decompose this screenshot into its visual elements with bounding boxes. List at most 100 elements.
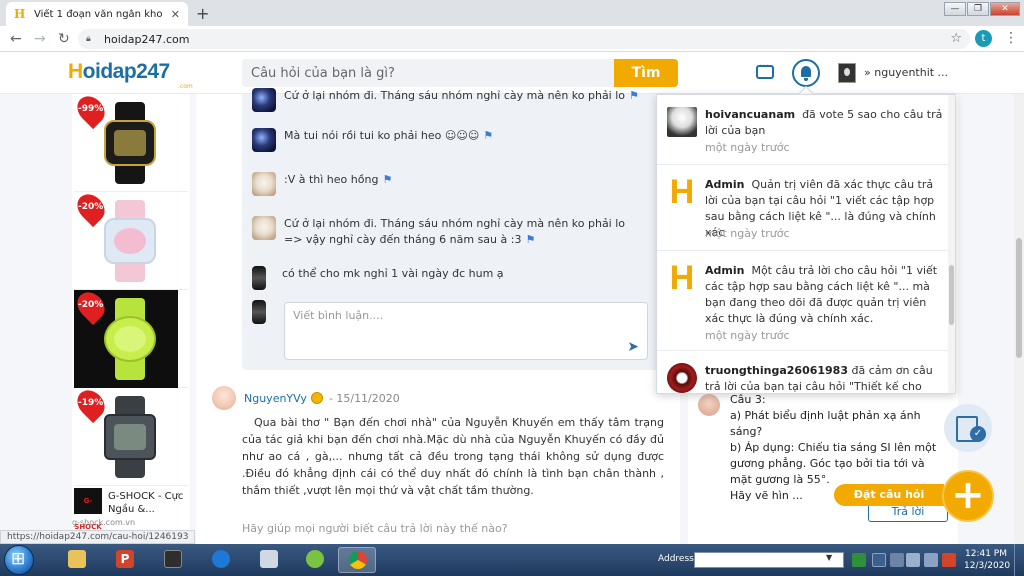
comment-input[interactable] bbox=[293, 309, 613, 322]
notification-button[interactable] bbox=[792, 59, 820, 87]
forward-arrow-icon[interactable]: → bbox=[34, 31, 46, 47]
kebab-menu-icon[interactable]: ⋮ bbox=[1004, 30, 1018, 46]
search-button[interactable]: Tìm bbox=[614, 59, 678, 87]
taskbar-explorer[interactable] bbox=[58, 547, 96, 573]
browser-tab[interactable]: H Viết 1 đoạn văn ngắn khoảng 3 ✕ bbox=[6, 2, 188, 26]
commenter-avatar[interactable] bbox=[252, 128, 276, 152]
discount-text: -99% bbox=[78, 104, 104, 114]
answerer-name[interactable]: NguyenYVy bbox=[244, 392, 307, 405]
commenter-avatar[interactable] bbox=[252, 172, 276, 196]
medal-icon bbox=[310, 392, 323, 404]
watch-image bbox=[100, 298, 160, 380]
taskbar-powerpoint[interactable]: P bbox=[106, 547, 144, 573]
ad-item[interactable]: -20% bbox=[71, 188, 188, 290]
flag-icon[interactable]: ⚑ bbox=[525, 233, 535, 246]
answerer-avatar[interactable] bbox=[212, 386, 236, 410]
username-menu[interactable]: » nguyenthit ... bbox=[864, 66, 948, 79]
comment-text: :V à thì heo hồng bbox=[284, 173, 379, 186]
taskbar-chrome[interactable] bbox=[338, 547, 376, 573]
star-icon[interactable]: ☆ bbox=[950, 31, 962, 46]
taskbar-teamviewer[interactable] bbox=[202, 547, 240, 573]
tab-close-icon[interactable]: ✕ bbox=[171, 8, 180, 21]
ask-question-button[interactable]: + bbox=[942, 470, 994, 522]
omnibox[interactable]: 🔒︎ hoidap247.com ☆ bbox=[78, 29, 970, 49]
start-button[interactable] bbox=[4, 545, 34, 575]
notifier-avatar bbox=[667, 107, 697, 137]
flag-icon[interactable]: ⚑ bbox=[629, 89, 639, 102]
volume-icon[interactable] bbox=[906, 553, 920, 567]
ad-domain: g-shock.com.vn bbox=[72, 518, 136, 527]
comment-box: ➤ bbox=[284, 302, 648, 360]
ad-item[interactable]: -99% bbox=[71, 90, 188, 192]
window-controls: — ❐ ✕ bbox=[944, 2, 1020, 16]
dropdown-scrollbar-thumb[interactable] bbox=[949, 265, 954, 325]
ask-question-label[interactable]: Đặt câu hỏi bbox=[834, 484, 944, 506]
watch-image bbox=[100, 102, 160, 184]
asker-avatar[interactable] bbox=[698, 394, 720, 416]
self-avatar bbox=[252, 300, 266, 324]
notification-time: một ngày trước bbox=[705, 329, 790, 342]
notification-item[interactable]: H Admin Quản trị viên đã xác thực câu tr… bbox=[657, 165, 949, 251]
folder-icon bbox=[68, 550, 86, 568]
flag-tray-icon[interactable] bbox=[924, 553, 938, 567]
notifier-name: Admin bbox=[705, 178, 745, 191]
network-icon[interactable] bbox=[890, 553, 904, 567]
notification-item[interactable]: H Admin Một câu trả lời cho câu hỏi "1 v… bbox=[657, 251, 949, 351]
flag-icon[interactable]: ⚑ bbox=[382, 173, 392, 186]
bell-icon bbox=[801, 66, 811, 81]
teamviewer-icon bbox=[212, 550, 230, 568]
antivirus-icon[interactable] bbox=[942, 553, 956, 567]
comment: Cứ ở lại nhóm đi. Tháng sáu nhóm nghỉ cà… bbox=[252, 88, 639, 112]
site-logo[interactable]: Hoidap247 bbox=[68, 60, 170, 84]
taskbar-address-input[interactable] bbox=[694, 552, 844, 568]
lock-icon: 🔒︎ bbox=[86, 34, 91, 44]
taskbar-media[interactable] bbox=[154, 547, 192, 573]
taskbar: P Address ▼ 12:41 PM 12/3/2020 bbox=[0, 544, 1024, 576]
chat-icon[interactable] bbox=[756, 61, 774, 79]
profile-avatar[interactable]: t bbox=[975, 30, 992, 47]
minimize-button[interactable]: — bbox=[944, 2, 966, 16]
logo-h: H bbox=[68, 60, 83, 83]
new-tab-button[interactable]: + bbox=[196, 4, 209, 23]
notification-item[interactable]: hoivancuanam đã vote 5 sao cho câu trả l… bbox=[657, 95, 949, 165]
taskbar-calculator[interactable] bbox=[250, 547, 288, 573]
taskbar-coccoc[interactable] bbox=[296, 547, 334, 573]
ad-title[interactable]: G-SHOCK - Cực Ngầu &... bbox=[108, 490, 188, 516]
clock[interactable]: 12:41 PM 12/3/2020 bbox=[964, 548, 1011, 572]
commenter-avatar[interactable] bbox=[252, 88, 276, 112]
status-link: https://hoidap247.com/cau-hoi/1246193 bbox=[0, 530, 196, 544]
ad-column: -99% -20% -20% -19% G-SHOCK G-SHOCK - Cự… bbox=[71, 90, 190, 531]
go-icon[interactable] bbox=[852, 553, 866, 567]
user-avatar[interactable] bbox=[838, 63, 856, 83]
close-window-button[interactable]: ✕ bbox=[990, 2, 1020, 16]
chevron-down-icon[interactable]: ▼ bbox=[826, 553, 832, 562]
page-scrollbar-thumb[interactable] bbox=[1016, 238, 1022, 358]
notification-time: một ngày trước bbox=[705, 227, 790, 240]
back-arrow-icon[interactable]: ← bbox=[10, 31, 22, 47]
watch-image bbox=[100, 200, 160, 282]
comment-text: Cứ ở lại nhóm đi. Tháng sáu nhóm nghỉ cà… bbox=[284, 217, 626, 246]
restore-button[interactable]: ❐ bbox=[967, 2, 989, 16]
ad-item[interactable]: -20% bbox=[71, 286, 188, 388]
reload-icon[interactable]: ↻ bbox=[58, 31, 70, 47]
commenter-avatar[interactable] bbox=[252, 216, 276, 240]
powerpoint-icon: P bbox=[116, 550, 134, 568]
ad-item[interactable]: -19% bbox=[71, 384, 188, 486]
show-desktop-button[interactable] bbox=[1014, 544, 1024, 576]
gshock-logo[interactable]: G-SHOCK bbox=[74, 488, 102, 531]
comment-thread: Cứ ở lại nhóm đi. Tháng sáu nhóm nghỉ cà… bbox=[242, 88, 666, 370]
hoidap-favicon-icon: H bbox=[14, 7, 26, 21]
logo-text: oidap247 bbox=[82, 60, 171, 83]
answer-header: NguyenYVy - 15/11/2020 bbox=[212, 386, 400, 410]
flag-icon[interactable]: ⚑ bbox=[483, 129, 493, 142]
answer-date-text: 15/11/2020 bbox=[336, 391, 400, 405]
search-input[interactable] bbox=[251, 65, 601, 81]
dropdown-scrollbar[interactable] bbox=[948, 95, 955, 393]
commenter-avatar[interactable] bbox=[252, 266, 266, 290]
keyboard-icon[interactable] bbox=[872, 553, 886, 567]
checklist-icon[interactable] bbox=[944, 404, 992, 452]
send-icon[interactable]: ➤ bbox=[627, 339, 639, 355]
clock-date: 12/3/2020 bbox=[964, 561, 1011, 571]
notification-item[interactable]: truongthinga26061983 đã cảm ơn câu trả l… bbox=[657, 351, 949, 393]
notifier-name: truongthinga26061983 bbox=[705, 364, 848, 377]
